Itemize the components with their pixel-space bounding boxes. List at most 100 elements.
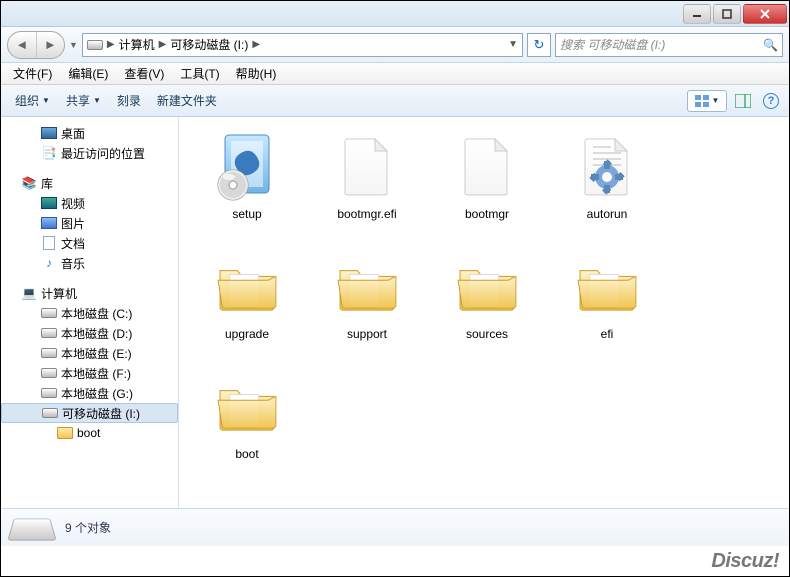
breadcrumb-computer[interactable]: 计算机 xyxy=(119,36,155,53)
window-titlebar xyxy=(1,1,789,27)
item-label: boot xyxy=(235,447,258,461)
file-icon xyxy=(343,137,391,197)
removable-drive-icon xyxy=(42,408,58,418)
item-thumbnail xyxy=(571,251,643,323)
drive-icon xyxy=(87,40,103,50)
file-item[interactable]: efi xyxy=(547,247,667,367)
search-placeholder: 搜索 可移动磁盘 (I:) xyxy=(560,36,665,53)
tree-computer[interactable]: 💻计算机 xyxy=(1,283,178,303)
new-folder-button[interactable]: 新建文件夹 xyxy=(149,88,225,113)
folder-icon xyxy=(576,261,638,313)
menu-edit[interactable]: 编辑(E) xyxy=(60,63,116,84)
organize-button[interactable]: 组织▼ xyxy=(7,88,58,113)
view-options-button[interactable]: ▼ xyxy=(687,90,727,112)
breadcrumb-current[interactable]: 可移动磁盘 (I:) xyxy=(170,36,248,53)
file-item[interactable]: setup xyxy=(187,127,307,247)
navigation-tree[interactable]: 桌面 📑最近访问的位置 📚库 视频 图片 文档 ♪音乐 💻计算机 本地磁盘 (C… xyxy=(1,117,179,508)
forward-button[interactable]: ► xyxy=(37,32,65,58)
tree-drive-e[interactable]: 本地磁盘 (E:) xyxy=(1,343,178,363)
burn-button[interactable]: 刻录 xyxy=(109,88,149,113)
tree-documents[interactable]: 文档 xyxy=(1,233,178,253)
folder-icon xyxy=(216,261,278,313)
tree-folder-boot[interactable]: boot xyxy=(1,423,178,443)
status-bar: 9 个对象 xyxy=(1,508,789,546)
tree-videos[interactable]: 视频 xyxy=(1,193,178,213)
item-thumbnail xyxy=(211,131,283,203)
watermark-row: Discuz! xyxy=(1,546,789,576)
refresh-icon: ↻ xyxy=(534,37,545,53)
file-item[interactable]: bootmgr.efi xyxy=(307,127,427,247)
recent-icon: 📑 xyxy=(41,145,57,161)
tree-drive-c[interactable]: 本地磁盘 (C:) xyxy=(1,303,178,323)
item-label: bootmgr xyxy=(465,207,509,221)
item-thumbnail xyxy=(331,251,403,323)
library-icon: 📚 xyxy=(21,175,37,191)
item-label: sources xyxy=(466,327,508,341)
close-button[interactable] xyxy=(743,4,787,24)
folder-icon xyxy=(57,427,73,439)
command-toolbar: 组织▼ 共享▼ 刻录 新建文件夹 ▼ ? xyxy=(1,85,789,117)
drive-icon xyxy=(41,328,57,338)
nav-back-forward: ◄ ► xyxy=(7,31,65,59)
history-dropdown[interactable]: ▼ xyxy=(69,40,78,50)
folder-icon xyxy=(216,381,278,433)
drive-icon xyxy=(41,368,57,378)
file-item[interactable]: support xyxy=(307,247,427,367)
file-item[interactable]: bootmgr xyxy=(427,127,547,247)
search-input[interactable]: 搜索 可移动磁盘 (I:) 🔍 xyxy=(555,33,783,57)
chevron-down-icon: ▼ xyxy=(712,96,720,105)
file-list-pane[interactable]: setup bootmgr.efi bootmgr autorun upgrad… xyxy=(179,117,789,508)
file-item[interactable]: upgrade xyxy=(187,247,307,367)
chevron-right-icon: ▶ xyxy=(159,39,167,50)
folder-icon xyxy=(456,261,518,313)
music-icon: ♪ xyxy=(41,255,57,271)
item-label: support xyxy=(347,327,387,341)
refresh-button[interactable]: ↻ xyxy=(527,33,551,57)
file-item[interactable]: autorun xyxy=(547,127,667,247)
tree-drive-f[interactable]: 本地磁盘 (F:) xyxy=(1,363,178,383)
document-icon xyxy=(43,236,55,250)
maximize-icon xyxy=(722,9,732,19)
help-button[interactable]: ? xyxy=(759,90,783,112)
share-button[interactable]: 共享▼ xyxy=(58,88,109,113)
tree-music[interactable]: ♪音乐 xyxy=(1,253,178,273)
address-bar[interactable]: ▶ 计算机 ▶ 可移动磁盘 (I:) ▶ ▼ xyxy=(82,33,523,57)
file-item[interactable]: sources xyxy=(427,247,547,367)
minimize-button[interactable] xyxy=(683,4,711,24)
menu-file[interactable]: 文件(F) xyxy=(5,63,60,84)
item-thumbnail xyxy=(331,131,403,203)
picture-icon xyxy=(41,217,57,229)
autorun-icon xyxy=(583,137,631,197)
tree-drive-d[interactable]: 本地磁盘 (D:) xyxy=(1,323,178,343)
status-text: 9 个对象 xyxy=(65,519,111,536)
tree-drive-g[interactable]: 本地磁盘 (G:) xyxy=(1,383,178,403)
chevron-right-icon: ▶ xyxy=(252,39,260,50)
item-thumbnail xyxy=(571,131,643,203)
menu-bar: 文件(F) 编辑(E) 查看(V) 工具(T) 帮助(H) xyxy=(1,63,789,85)
menu-tools[interactable]: 工具(T) xyxy=(172,63,227,84)
preview-pane-icon xyxy=(735,94,751,108)
chevron-down-icon: ▼ xyxy=(42,96,50,105)
tree-pictures[interactable]: 图片 xyxy=(1,213,178,233)
tree-drive-i[interactable]: 可移动磁盘 (I:) xyxy=(1,403,178,423)
maximize-button[interactable] xyxy=(713,4,741,24)
tree-desktop[interactable]: 桌面 xyxy=(1,123,178,143)
arrow-right-icon: ► xyxy=(44,37,57,52)
tree-libraries[interactable]: 📚库 xyxy=(1,173,178,193)
back-button[interactable]: ◄ xyxy=(8,32,37,58)
menu-help[interactable]: 帮助(H) xyxy=(228,63,285,84)
file-item[interactable]: boot xyxy=(187,367,307,487)
breadcrumb-dropdown[interactable]: ▼ xyxy=(508,39,518,50)
search-icon: 🔍 xyxy=(763,38,778,52)
folder-icon xyxy=(336,261,398,313)
menu-view[interactable]: 查看(V) xyxy=(116,63,172,84)
watermark-text: Discuz! xyxy=(711,550,779,573)
item-label: autorun xyxy=(587,207,628,221)
file-grid: setup bootmgr.efi bootmgr autorun upgrad… xyxy=(187,127,781,487)
navigation-bar: ◄ ► ▼ ▶ 计算机 ▶ 可移动磁盘 (I:) ▶ ▼ ↻ 搜索 可移动磁盘 … xyxy=(1,27,789,63)
item-thumbnail xyxy=(211,251,283,323)
tree-recent[interactable]: 📑最近访问的位置 xyxy=(1,143,178,163)
preview-pane-button[interactable] xyxy=(731,90,755,112)
item-thumbnail xyxy=(451,131,523,203)
item-label: upgrade xyxy=(225,327,269,341)
